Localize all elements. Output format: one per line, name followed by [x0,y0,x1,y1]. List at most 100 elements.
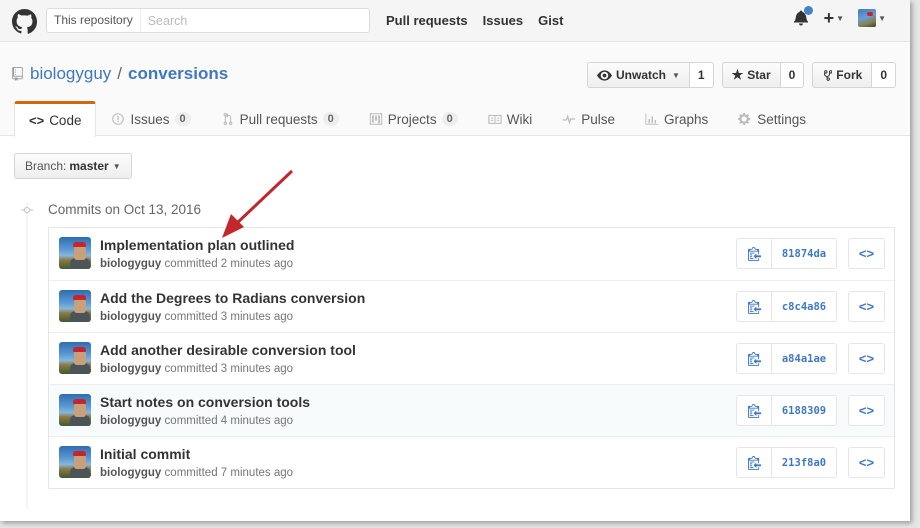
repo-name-link[interactable]: conversions [128,64,228,84]
tab-code[interactable]: <> Code [14,101,97,137]
copy-sha-button[interactable] [737,448,772,477]
search-input[interactable] [140,9,369,32]
tab-label: Issues [130,111,170,127]
nav-gist[interactable]: Gist [538,13,563,28]
commit-verb: committed [164,311,218,323]
commit-sha-link[interactable]: 6188309 [772,396,836,425]
author-avatar[interactable] [59,394,91,426]
tab-label: Pulse [581,111,615,127]
pulse-icon [563,114,576,125]
pull-requests-counter: 0 [322,112,339,126]
unwatch-label: Unwatch [615,68,666,82]
commit-meta: biologyguy committed 3 minutes ago [100,311,293,323]
commit-meta: biologyguy committed 2 minutes ago [100,258,293,270]
browse-repo-at-commit-button[interactable]: <> [848,395,885,426]
book-icon [488,114,502,124]
tab-pulse[interactable]: Pulse [547,101,630,136]
browse-repo-at-commit-button[interactable]: <> [848,447,885,478]
commit-author[interactable]: biologyguy [100,415,161,427]
tab-projects[interactable]: Projects 0 [354,101,473,136]
star-button[interactable]: ★ Star [721,62,781,88]
user-menu-dropdown[interactable]: ▼ [858,9,886,27]
tab-settings[interactable]: Settings [723,101,821,136]
tab-label: Projects [387,111,437,127]
code-icon: <> [858,403,875,418]
tab-label: Graphs [663,111,709,127]
commit-author[interactable]: biologyguy [100,363,161,375]
commit-sha-link[interactable]: c8c4a86 [772,292,836,321]
code-icon: <> [29,113,45,128]
commit-author[interactable]: biologyguy [100,467,161,479]
commit-row: Initial commit biologyguy committed 7 mi… [49,436,894,488]
watchers-count[interactable]: 1 [689,62,714,88]
tab-label: Wiki [506,111,533,127]
author-avatar[interactable] [59,446,91,478]
issue-icon [112,113,125,125]
browse-repo-at-commit-button[interactable]: <> [848,343,885,374]
fork-button[interactable]: Fork [812,62,873,88]
tab-issues[interactable]: Issues 0 [96,101,205,136]
commit-author[interactable]: biologyguy [100,311,161,323]
search-box: This repository [46,8,370,33]
commit-message-link[interactable]: Start notes on conversion tools [100,394,310,410]
tab-graphs[interactable]: Graphs [630,101,723,136]
issues-counter: 0 [174,112,191,126]
copy-sha-button[interactable] [737,396,772,425]
browse-repo-at-commit-button[interactable]: <> [848,291,885,322]
commit-sha-link[interactable]: 213f8a0 [772,448,836,477]
sha-button-group: 81874da [736,238,837,269]
commit-message-link[interactable]: Add the Degrees to Radians conversion [100,290,365,306]
eye-icon [596,69,612,81]
repo-owner-link[interactable]: biologyguy [30,64,111,84]
commit-sha-link[interactable]: a84a1ae [772,344,836,373]
author-avatar[interactable] [59,237,91,269]
copy-sha-button[interactable] [737,239,772,268]
path-separator: / [117,64,123,83]
clipboard-icon [747,247,761,261]
browse-repo-at-commit-button[interactable]: <> [848,238,885,269]
forks-count[interactable]: 0 [872,62,896,88]
commit-author[interactable]: biologyguy [100,258,161,270]
author-avatar[interactable] [59,342,91,374]
plus-icon: + [823,8,835,28]
branch-prefix: Branch: [25,159,67,173]
caret-down-icon: ▼ [836,13,845,23]
commit-verb: committed [164,467,218,479]
code-icon: <> [858,299,875,314]
tab-pull-requests[interactable]: Pull requests 0 [206,101,354,136]
unwatch-button[interactable]: Unwatch ▼ [586,62,690,88]
stars-count[interactable]: 0 [780,62,805,88]
author-avatar[interactable] [59,290,91,322]
clipboard-icon [747,404,761,418]
unread-notification-dot [803,6,813,15]
commit-row: Add the Degrees to Radians conversion bi… [49,280,894,332]
nav-pull-requests[interactable]: Pull requests [386,13,468,28]
star-group: ★ Star 0 [721,62,805,88]
clipboard-icon [747,352,761,366]
top-nav: Pull requests Issues Gist [386,13,563,28]
star-icon: ★ [731,67,744,82]
tab-wiki[interactable]: Wiki [473,101,548,136]
github-logo-icon[interactable] [12,9,37,34]
commit-sha-link[interactable]: 81874da [772,239,836,268]
site-header: This repository Pull requests Issues Gis… [0,0,910,42]
copy-sha-button[interactable] [737,344,772,373]
commit-message-link[interactable]: Add another desirable conversion tool [100,342,356,358]
code-icon: <> [858,455,875,470]
commit-message-link[interactable]: Implementation plan outlined [100,237,294,253]
commits-date-heading: Commits on Oct 13, 2016 [48,202,202,217]
code-icon: <> [858,246,875,261]
copy-sha-button[interactable] [737,292,772,321]
star-label: Star [747,68,771,82]
notifications-button[interactable] [793,6,813,27]
browser-window: This repository Pull requests Issues Gis… [0,0,910,521]
commit-meta: biologyguy committed 7 minutes ago [100,467,293,479]
fork-label: Fork [836,68,863,82]
nav-issues[interactable]: Issues [483,13,523,28]
commit-verb: committed [164,363,218,375]
clipboard-icon [747,456,761,470]
create-new-dropdown[interactable]: + ▼ [824,9,844,27]
branch-selector[interactable]: Branch: master ▼ [14,153,132,179]
commit-message-link[interactable]: Initial commit [100,446,190,462]
commit-time: 2 minutes ago [220,258,294,270]
